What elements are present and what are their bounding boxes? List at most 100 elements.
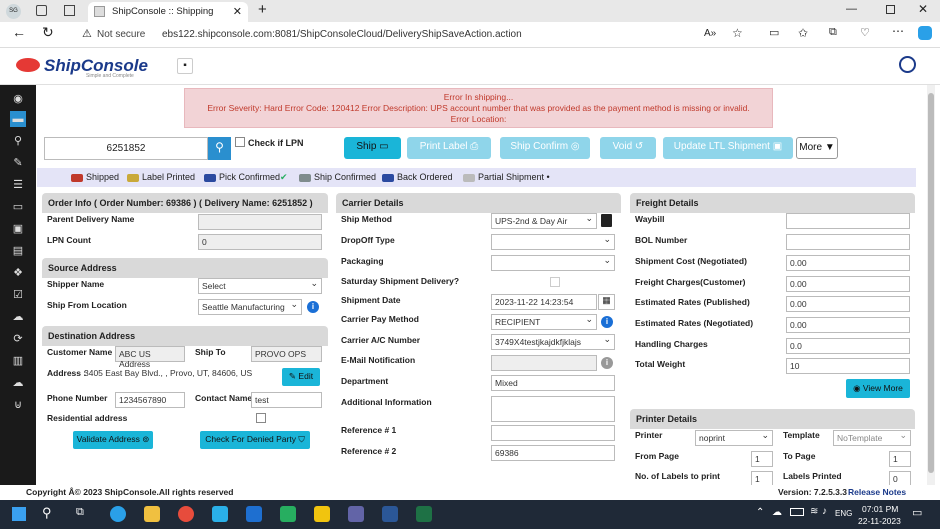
language-indicator[interactable]: ENG [835,509,852,518]
reference-1-field[interactable] [491,425,615,441]
email-notification-field[interactable] [491,355,597,371]
contact-name-field[interactable]: test [251,392,322,408]
extensions-icon[interactable]: ♡ [860,26,870,39]
favorites-icon[interactable]: ✩ [798,26,808,40]
view-more-button[interactable]: ◉ View More [846,379,910,398]
void-button[interactable]: Void ↺ [600,137,656,159]
pay-method-info-icon[interactable]: i [601,316,613,328]
security-label[interactable]: Not secure [97,29,145,40]
saturday-delivery-checkbox[interactable] [550,277,560,287]
workspaces-icon[interactable] [36,5,47,16]
tab-actions-icon[interactable] [64,5,75,16]
to-page-field[interactable]: 1 [889,451,911,467]
calculator-icon[interactable] [601,214,612,227]
more-dropdown[interactable]: More ▼ [796,137,838,159]
estimated-published-field[interactable]: 0.00 [786,296,910,312]
tray-chevron-icon[interactable]: ⌃ [756,507,764,518]
ship-to-field[interactable]: PROVO OPS [251,346,322,362]
shipper-name-select[interactable]: Select [198,278,322,294]
url-field[interactable]: ebs122.shipconsole.com:8081/ShipConsoleC… [162,29,522,40]
ship-confirm-button[interactable]: Ship Confirm ◎ [500,137,590,159]
ship-button[interactable]: Ship ▭ [344,137,401,159]
check-lpn-checkbox[interactable] [235,137,245,147]
shipment-date-field[interactable]: 2023-11-22 14:23:54 [491,294,597,310]
skype-icon[interactable] [212,506,228,522]
outlook-icon[interactable] [246,506,262,522]
back-icon[interactable]: ← [12,24,26,40]
check-denied-party-button[interactable]: Check For Denied Party ⛉ [200,431,310,449]
new-tab-icon[interactable]: + [258,1,267,18]
split-screen-icon[interactable]: ▭ [769,26,779,39]
wifi-icon[interactable]: ≋ [810,506,818,517]
ship-from-info-icon[interactable]: i [307,301,319,313]
shipment-cost-field[interactable]: 0.00 [786,255,910,271]
cloud-icon[interactable]: ☁ [10,375,26,391]
profile-avatar[interactable]: SG [6,4,21,19]
lpn-count-field[interactable]: 0 [198,234,322,250]
notifications-icon[interactable]: ▭ [912,506,922,519]
close-icon[interactable]: ✕ [233,5,242,18]
teams-icon[interactable] [348,506,364,522]
cloud-upload-icon[interactable]: ☁ [10,309,26,325]
cart-icon[interactable]: ⊍ [10,397,26,413]
copilot-icon[interactable] [918,26,932,40]
printer-select[interactable]: noprint [695,430,773,446]
read-aloud-icon[interactable]: A» [704,28,716,39]
total-weight-field[interactable]: 10 [786,358,910,374]
update-ltl-button[interactable]: Update LTL Shipment ▣ [663,137,793,159]
checklist-icon[interactable]: ☑ [10,287,26,303]
waybill-field[interactable] [786,213,910,229]
labels-to-print-field[interactable]: 1 [751,471,773,485]
search-icon[interactable]: ⚲ [42,505,52,521]
collections-icon[interactable]: ⧉ [829,26,837,39]
tab-shipping[interactable]: ShipConsole :: Shipping ✕ [88,2,248,22]
print-label-button[interactable]: Print Label ⎙ [407,137,491,159]
ship-method-select[interactable]: UPS-2nd & Day Air [491,213,597,229]
file-explorer-icon[interactable] [144,506,160,522]
close-window-icon[interactable]: ✕ [918,2,928,16]
clock-time[interactable]: 07:01 PM [862,504,898,514]
location-icon[interactable]: ⚲ [10,133,26,149]
clock-date[interactable]: 22-11-2023 [858,516,901,526]
list-icon[interactable]: ☰ [10,177,26,193]
carrier-account-select[interactable]: 3749X4testjkajdkfjklajs [491,334,615,350]
folder-icon[interactable]: ▭ [10,199,26,215]
word-icon[interactable] [382,506,398,522]
scrollbar-thumb[interactable] [928,93,934,473]
delivery-search-input[interactable]: 6251852 [44,137,208,160]
department-field[interactable]: Mixed [491,375,615,391]
from-page-field[interactable]: 1 [751,451,773,467]
handling-charges-field[interactable]: 0.0 [786,338,910,354]
parent-delivery-field[interactable] [198,214,322,230]
packaging-select[interactable] [491,255,615,271]
sync-icon[interactable]: ⟳ [10,331,26,347]
dropoff-type-select[interactable] [491,234,615,250]
user-account-icon[interactable] [899,56,916,73]
dropbox-icon[interactable]: ❖ [10,265,26,281]
page-scrollbar[interactable] [927,85,935,485]
edit-button[interactable]: ✎ Edit [282,368,320,386]
dashboard-icon[interactable]: ◉ [10,91,26,107]
documents-icon[interactable]: ▥ [10,353,26,369]
customer-name-field[interactable]: ABC US Address [115,346,185,369]
more-options-icon[interactable]: ⋯ [892,24,904,38]
id-card-icon[interactable]: ▣ [10,221,26,237]
media-player-icon[interactable] [280,506,296,522]
estimated-negotiated-field[interactable]: 0.00 [786,317,910,333]
freight-charges-field[interactable]: 0.00 [786,276,910,292]
residential-checkbox[interactable] [256,413,266,423]
task-view-icon[interactable]: ⧉ [76,506,84,519]
reference-2-field[interactable]: 69386 [491,445,615,461]
email-info-icon[interactable]: i [601,357,613,369]
calendar-icon[interactable]: ▦ [598,294,615,310]
sticky-notes-icon[interactable] [314,506,330,522]
edit-icon[interactable]: ✎ [10,155,26,171]
shipping-truck-icon[interactable]: ▬ [10,111,26,127]
labels-printed-field[interactable]: 0 [889,471,911,485]
battery-icon[interactable] [790,508,804,516]
template-select[interactable]: NoTemplate [833,430,911,446]
apps-grid-icon[interactable]: ▪ [177,58,193,74]
cloud-tray-icon[interactable]: ☁ [772,507,782,518]
release-notes-link[interactable]: Release Notes [848,487,906,497]
volume-icon[interactable]: ♪ [822,506,827,517]
